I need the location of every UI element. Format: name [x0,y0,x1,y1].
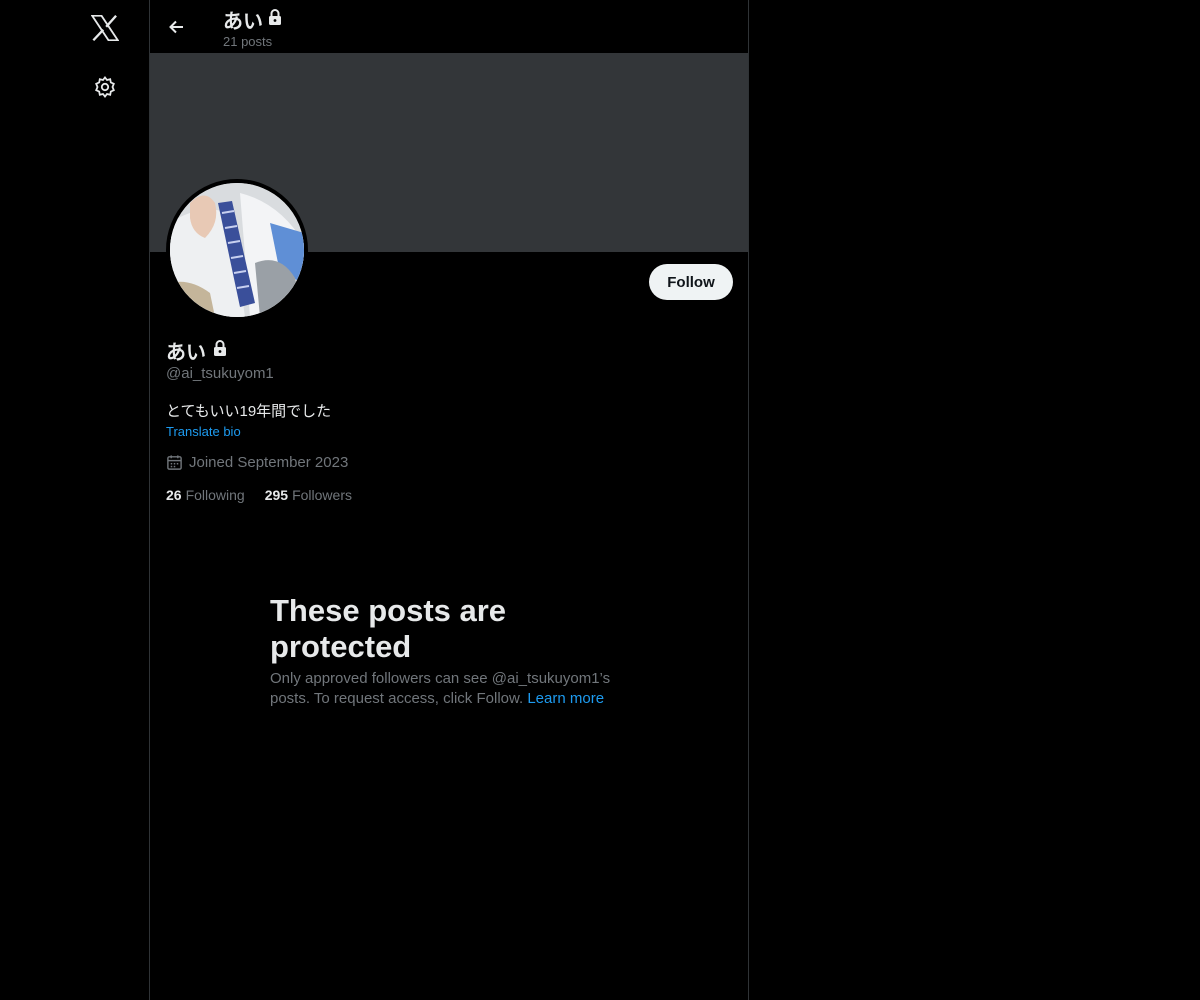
left-nav [0,0,149,1000]
lock-icon [212,339,228,363]
profile-header: あい 21 posts [150,0,748,53]
display-name: あい [166,342,206,364]
joined-date: Joined September 2023 [166,454,348,471]
followers-link[interactable]: 295 Followers [265,487,352,503]
following-count: 26 [166,487,182,503]
profile-bio: とてもいい19年間でした [166,403,332,420]
following-link[interactable]: 26 Following [166,487,245,503]
header-name: あい [223,11,263,33]
lock-icon [267,8,283,32]
protected-title: These posts are protected [270,593,507,664]
profile-stats: 26 Following 295 Followers [166,487,372,503]
protected-text: Only approved followers can see @ai_tsuk… [270,669,640,709]
profile-handle: @ai_tsukuyom1 [166,365,274,382]
profile-column: あい 21 posts Follow あい @ai_tsukuyom1 とてもい… [149,0,749,1000]
followers-label: Followers [292,487,352,503]
profile-name: あい [166,336,228,365]
protected-notice: These posts are protected Only approved … [270,593,640,709]
following-label: Following [185,487,245,503]
avatar[interactable] [166,179,308,321]
gear-icon[interactable] [80,62,130,112]
learn-more-link[interactable]: Learn more [527,690,604,707]
followers-count: 295 [264,487,289,503]
posts-count: 21 posts [223,34,273,49]
calendar-icon [167,455,182,470]
x-logo-icon[interactable] [80,3,130,53]
follow-button[interactable]: Follow [649,264,733,300]
header-title: あい [223,5,283,34]
back-arrow-icon[interactable] [161,11,193,43]
translate-bio-link[interactable]: Translate bio [166,424,241,439]
joined-text: Joined September 2023 [189,454,349,471]
